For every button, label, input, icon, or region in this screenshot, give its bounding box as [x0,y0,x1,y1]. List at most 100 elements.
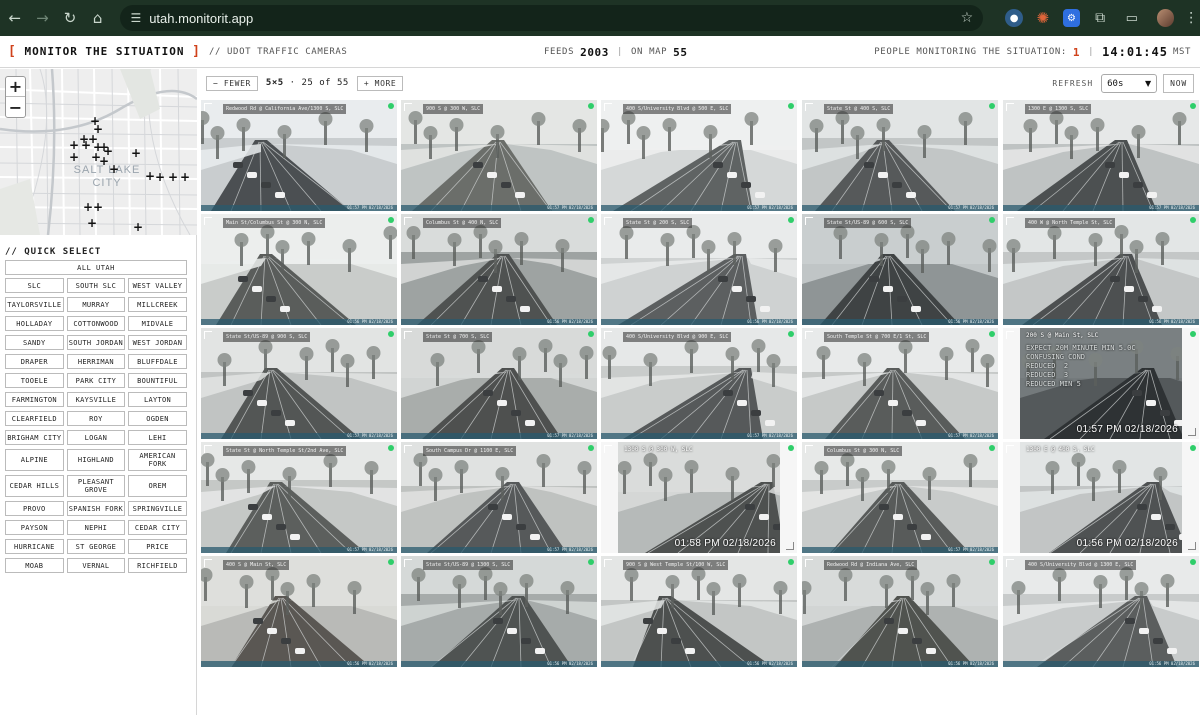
camera-tile[interactable]: 01:57 PM 02/18/2026 Columbus St @ 300 N, … [802,442,998,553]
camera-tile[interactable]: 01:56 PM 02/18/2026 State St @ 200 S, SLC [601,214,797,325]
camera-tile[interactable]: 01:56 PM 02/18/2026 400 W @ North Temple … [1003,214,1199,325]
camera-marker-icon[interactable]: + [168,171,178,183]
quick-select-south-slc[interactable]: SOUTH SLC [66,278,126,293]
camera-tile[interactable]: 01:57 PM 02/18/2026 State St/US-89 @ 900 … [201,328,397,439]
select-corner-icon[interactable] [805,217,813,225]
camera-marker-icon[interactable]: + [131,147,141,159]
quick-select-richfield[interactable]: RICHFIELD [128,558,187,573]
quick-select-farmington[interactable]: FARMINGTON [5,392,64,407]
camera-tile[interactable]: 01:56 PM 02/18/2026 State St/US-89 @ 1300… [401,556,597,667]
quick-select-millcreek[interactable]: MILLCREEK [128,297,187,312]
refresh-now-button[interactable]: NOW [1163,74,1194,93]
url-text[interactable]: utah.monitorit.app [149,11,960,26]
quick-select-west-valley[interactable]: WEST VALLEY [128,278,187,293]
cast-icon[interactable]: ▭ [1123,9,1141,27]
quick-select-orem[interactable]: OREM [128,475,187,497]
select-corner-icon[interactable] [1006,217,1014,225]
more-button[interactable]: + MORE [356,75,404,91]
select-corner-icon[interactable] [805,559,813,567]
extension-gear-icon[interactable]: ⚙ [1062,9,1081,27]
select-corner-icon[interactable] [604,217,612,225]
forward-icon[interactable]: → [32,7,54,29]
quick-select-alpine[interactable]: ALPINE [5,449,64,471]
profile-avatar[interactable] [1156,9,1175,27]
camera-tile[interactable]: 01:57 PM 02/18/2026 State St @ 400 S, SLC [802,100,998,211]
select-corner-icon[interactable] [604,559,612,567]
quick-select-slc[interactable]: SLC [5,278,64,293]
select-corner-icon[interactable] [604,103,612,111]
camera-tile[interactable]: 01:57 PM 02/18/2026 900 S @ 300 W, SLC [401,100,597,211]
quick-select-bluffdale[interactable]: BLUFFDALE [128,354,187,369]
quick-select-layton[interactable]: LAYTON [128,392,187,407]
select-corner-icon[interactable] [204,559,212,567]
back-icon[interactable]: ← [4,7,26,29]
select-corner-icon[interactable] [604,331,612,339]
quick-select-all-utah[interactable]: ALL UTAH [5,260,187,275]
quick-select-tooele[interactable]: TOOELE [5,373,64,388]
camera-tile[interactable]: 01:57 PM 02/18/2026 South Temple St @ 700… [802,328,998,439]
address-bar[interactable]: ☰ utah.monitorit.app ☆ [120,5,984,31]
quick-select-nephi[interactable]: NEPHI [66,520,126,535]
quick-select-draper[interactable]: DRAPER [5,354,64,369]
extension-sparkle-icon[interactable]: ✺ [1034,9,1052,27]
select-corner-icon[interactable] [404,103,412,111]
camera-marker-icon[interactable]: + [93,201,103,213]
quick-select-provo[interactable]: PROVO [5,501,64,516]
camera-marker-icon[interactable]: + [155,171,165,183]
select-corner-icon[interactable] [204,103,212,111]
camera-tile[interactable]: 01:57 PM 02/18/2026 1300 E @ 1300 S, SLC [1003,100,1199,211]
extension-globe-icon[interactable]: ● [1005,9,1023,27]
camera-tile[interactable]: EXPECT 20M MINUTE MIN 5.0C CONFUSING CON… [1003,328,1199,439]
camera-marker-icon[interactable]: + [180,171,190,183]
select-corner-icon[interactable] [204,217,212,225]
select-corner-icon[interactable] [404,445,412,453]
quick-select-vernal[interactable]: VERNAL [66,558,126,573]
select-corner-icon[interactable] [805,331,813,339]
quick-select-west-jordan[interactable]: WEST JORDAN [128,335,187,350]
quick-select-lehi[interactable]: LEHI [128,430,187,445]
quick-select-american-fork[interactable]: AMERICAN FORK [128,449,187,471]
camera-map[interactable]: + − SALT LAKE CITY + + + + + + + + + + + + + + + + + + + + +… [0,69,197,235]
quick-select-hurricane[interactable]: HURRICANE [5,539,64,554]
select-corner-icon[interactable] [805,445,813,453]
camera-tile[interactable]: 01:57 PM 02/18/2026 South Campus Dr @ 110… [401,442,597,553]
quick-select-cedar-city[interactable]: CEDAR CITY [128,520,187,535]
quick-select-bountiful[interactable]: BOUNTIFUL [128,373,187,388]
quick-select-logan[interactable]: LOGAN [66,430,126,445]
camera-tile[interactable]: 01:57 PM 02/18/2026 400 S/University Blvd… [601,100,797,211]
camera-tile[interactable]: 01:57 PM 02/18/2026 400 S/University Blvd… [601,328,797,439]
quick-select-highland[interactable]: HIGHLAND [66,449,126,471]
camera-tile[interactable]: 01:56 PM 02/18/2026 Main St/Columbus St @… [201,214,397,325]
quick-select-herriman[interactable]: HERRIMAN [66,354,126,369]
camera-marker-icon[interactable]: + [83,201,93,213]
quick-select-payson[interactable]: PAYSON [5,520,64,535]
quick-select-kaysville[interactable]: KAYSVILLE [66,392,126,407]
camera-tile[interactable]: 01:57 PM 02/18/2026 State St @ North Temp… [201,442,397,553]
quick-select-murray[interactable]: MURRAY [66,297,126,312]
select-corner-icon[interactable] [1006,445,1014,453]
quick-select-sandy[interactable]: SANDY [5,335,64,350]
home-icon[interactable]: ⌂ [87,7,109,29]
select-corner-icon[interactable] [1006,559,1014,567]
camera-marker-icon[interactable]: + [99,155,109,167]
quick-select-pleasant-grove[interactable]: PLEASANT GROVE [66,475,126,497]
select-corner-icon[interactable] [404,559,412,567]
select-corner-icon[interactable] [204,445,212,453]
camera-tile[interactable]: 01:56 PM 02/18/2026 400 S @ Main St, SLC [201,556,397,667]
camera-tile[interactable]: 01:57 PM 02/18/2026 Redwood Rd @ Californ… [201,100,397,211]
select-corner-icon[interactable] [604,445,612,453]
quick-select-clearfield[interactable]: CLEARFIELD [5,411,64,426]
tune-icon[interactable]: ☰ [130,11,141,25]
select-corner-icon[interactable] [404,217,412,225]
quick-select-cedar-hills[interactable]: CEDAR HILLS [5,475,64,497]
star-icon[interactable]: ☆ [961,10,974,26]
select-corner-icon[interactable] [1006,331,1014,339]
camera-marker-icon[interactable]: + [133,221,143,233]
zoom-in-button[interactable]: + [6,77,25,97]
select-corner-icon[interactable] [805,103,813,111]
camera-tile[interactable]: 01:57 PM 02/18/2026 State St @ 700 S, SLC [401,328,597,439]
camera-tile[interactable]: 01:56 PM 02/18/2026 Redwood Rd @ Indiana … [802,556,998,667]
quick-select-south-jordan[interactable]: SOUTH JORDAN [66,335,126,350]
camera-tile[interactable]: 01:56 PM 02/18/2026 Columbus St @ 400 N, … [401,214,597,325]
quick-select-cottonwood[interactable]: COTTONWOOD [66,316,126,331]
